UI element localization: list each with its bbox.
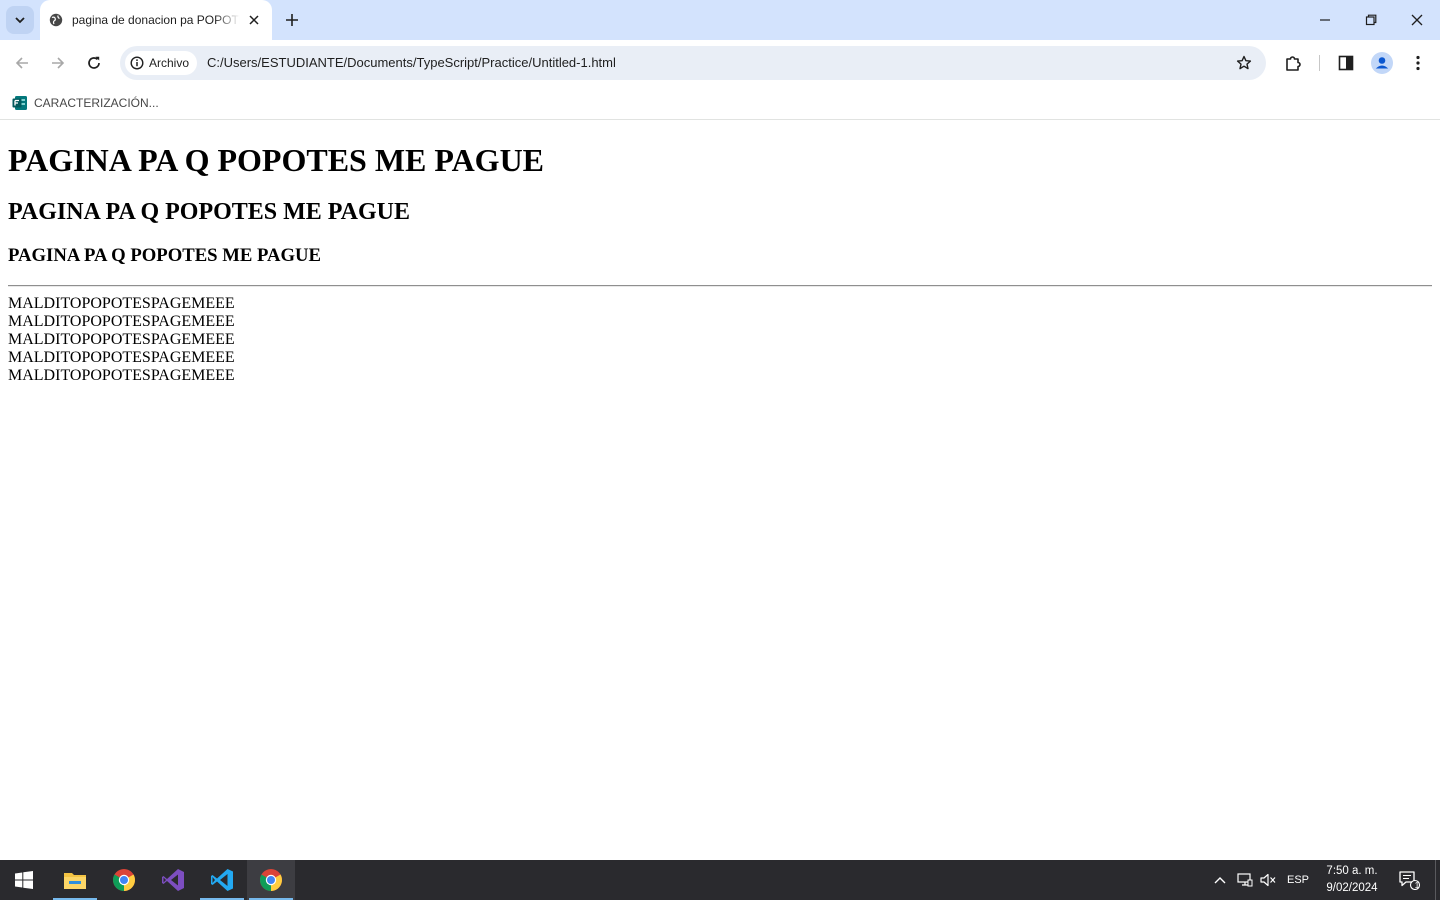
windows-logo-icon [15,871,33,889]
show-hidden-icons-button[interactable] [1208,860,1232,900]
bookmark-label: CARACTERIZACIÓN... [34,96,159,110]
site-info-label: Archivo [149,56,190,70]
taskbar-app-file-explorer[interactable] [51,860,99,900]
windows-taskbar: ESP 7:50 a. m. 9/02/2024 1 [0,860,1440,900]
chrome-icon [113,869,135,891]
menu-button[interactable] [1405,50,1431,76]
text-line: MALDITOPOPOTESPAGEMEEE [8,367,235,384]
text-line: MALDITOPOPOTESPAGEMEEE [8,349,235,366]
restore-button[interactable] [1348,0,1394,40]
network-icon [1237,873,1253,887]
page-heading-2: PAGINA PA Q POPOTES ME PAGUE [8,199,411,225]
puzzle-icon [1286,56,1301,71]
notification-center-button[interactable]: 1 [1394,860,1424,900]
globe-icon [48,12,64,28]
web-page-content: PAGINA PA Q POPOTES ME PAGUE PAGINA PA Q… [0,121,1440,860]
chevron-up-icon [1214,877,1226,884]
reload-button[interactable] [79,48,109,78]
text-lines: MALDITOPOPOTESPAGEMEEE MALDITOPOPOTESPAG… [8,295,1432,385]
show-desktop-button[interactable] [1435,860,1436,900]
taskbar-app-vscode[interactable] [198,860,246,900]
tab-strip: pagina de donacion pa POPOTES [0,0,1440,40]
tab-title: pagina de donacion pa POPOTES [72,13,240,27]
close-tab-icon[interactable] [246,12,262,28]
extensions-button[interactable] [1280,50,1306,76]
bookmarks-bar: CARACTERIZACIÓN... [0,86,1440,120]
info-icon [129,55,145,71]
toolbar-divider [1319,55,1320,71]
more-vertical-icon [1416,55,1420,71]
address-bar[interactable]: Archivo C:/Users/ESTUDIANTE/Documents/Ty… [120,46,1266,80]
chevron-down-icon [15,17,25,24]
file-explorer-icon [64,873,86,889]
taskbar-app-chrome-active[interactable] [247,860,295,900]
bookmark-star-icon[interactable] [1234,53,1254,73]
visual-studio-icon [162,869,184,891]
taskbar-app-chrome[interactable] [100,860,148,900]
restore-icon [1365,14,1377,26]
arrow-left-icon [15,57,28,69]
vscode-icon [211,869,233,891]
microsoft-forms-icon [12,95,28,111]
side-panel-icon [1338,55,1354,71]
network-button[interactable] [1234,860,1256,900]
profile-button[interactable] [1369,50,1395,76]
side-panel-button[interactable] [1333,50,1359,76]
reload-icon [88,56,100,69]
bookmark-item[interactable]: CARACTERIZACIÓN... [8,91,163,115]
clock-time: 7:50 a. m. [1326,865,1378,877]
horizontal-rule [8,285,1432,287]
language-indicator: ESP [1286,874,1309,886]
close-window-button[interactable] [1394,0,1440,40]
arrow-right-icon [52,57,65,69]
text-line: MALDITOPOPOTESPAGEMEEE [8,331,235,348]
clock-date: 9/02/2024 [1326,882,1378,894]
taskbar-app-visual-studio[interactable] [149,860,197,900]
page-heading-1: PAGINA PA Q POPOTES ME PAGUE [8,142,545,178]
tab-search-button[interactable] [6,6,34,34]
start-button[interactable] [0,860,48,900]
minimize-button[interactable] [1302,0,1348,40]
volume-muted-icon [1260,873,1276,887]
site-info-chip[interactable]: Archivo [125,51,198,75]
new-tab-button[interactable] [280,8,304,32]
text-line: MALDITOPOPOTESPAGEMEEE [8,313,235,330]
browser-toolbar: Archivo C:/Users/ESTUDIANTE/Documents/Ty… [0,40,1440,86]
close-icon [1411,14,1423,26]
text-line: MALDITOPOPOTESPAGEMEEE [8,295,235,312]
url-text[interactable]: C:/Users/ESTUDIANTE/Documents/TypeScript… [207,55,616,70]
forward-button[interactable] [43,48,73,78]
clock[interactable]: 7:50 a. m. 9/02/2024 [1318,863,1386,897]
minimize-icon [1320,19,1330,21]
avatar-icon [1371,52,1393,74]
plus-icon [286,14,298,26]
back-button[interactable] [7,48,37,78]
chrome-icon [260,869,282,891]
notification-count: 1 [1414,880,1420,890]
volume-button[interactable] [1257,860,1279,900]
input-language-button[interactable]: ESP [1282,860,1314,900]
browser-tab[interactable]: pagina de donacion pa POPOTES [40,0,272,40]
page-heading-3: PAGINA PA Q POPOTES ME PAGUE [8,245,322,266]
